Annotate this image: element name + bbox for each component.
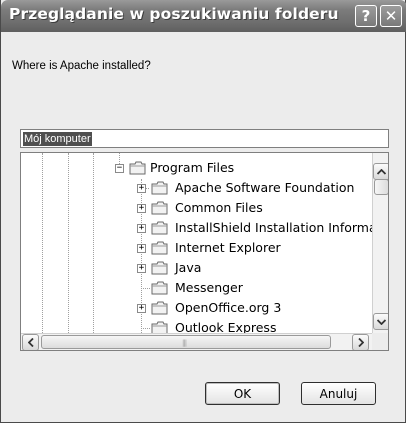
title-bar[interactable]: Przeglądanie w poszukiwaniu folderu ? ✕ (1, 0, 406, 32)
horizontal-scroll-thumb[interactable]: ||| (41, 335, 331, 349)
close-icon: ✕ (384, 7, 398, 25)
scroll-down-button[interactable] (373, 313, 388, 330)
tree-item-program-files[interactable]: − Program Files (21, 159, 371, 178)
arrow-left-icon (27, 338, 34, 347)
tree-item-label: Program Files (150, 160, 235, 175)
folder-icon (151, 301, 168, 315)
expand-toggle[interactable]: + (137, 184, 146, 193)
arrow-right-icon (357, 338, 364, 347)
tree-line (141, 328, 150, 329)
folder-icon (151, 221, 168, 235)
tree-item-label: InstallShield Installation Informat (175, 220, 382, 235)
folder-field-value[interactable]: Mój komputer (23, 132, 92, 146)
vertical-scrollbar[interactable] (372, 153, 388, 333)
tree-line (141, 288, 150, 289)
close-button[interactable]: ✕ (380, 5, 402, 27)
folder-icon (151, 261, 168, 275)
tree-item-messenger[interactable]: Messenger (21, 279, 371, 298)
folder-icon (151, 281, 168, 295)
browse-folder-dialog: Przeglądanie w poszukiwaniu folderu ? ✕ … (0, 0, 406, 423)
scroll-corner (372, 333, 388, 350)
tree-item-java[interactable]: + Java (21, 259, 371, 278)
folder-icon (151, 201, 168, 215)
tree-item-label: Java (175, 260, 202, 275)
prompt-text: Where is Apache installed? (12, 60, 151, 72)
tree-item-label: OpenOffice.org 3 (175, 300, 282, 315)
tree-item-label: Internet Explorer (175, 240, 281, 255)
ok-button[interactable]: OK (205, 382, 280, 405)
scroll-right-button[interactable] (352, 334, 369, 350)
tree-item-internet-explorer[interactable]: + Internet Explorer (21, 239, 371, 258)
folder-icon (129, 161, 146, 175)
expand-toggle[interactable]: + (137, 304, 146, 313)
scroll-up-button[interactable] (373, 163, 388, 180)
folder-field[interactable]: Mój komputer (20, 129, 389, 148)
scroll-left-button[interactable] (22, 334, 39, 350)
vertical-scroll-thumb[interactable] (374, 179, 388, 195)
grip-icon: ||| (182, 339, 187, 347)
tree-item-label: Common Files (175, 200, 263, 215)
tree-item-installshield[interactable]: + InstallShield Installation Informat (21, 219, 382, 238)
collapse-toggle[interactable]: − (115, 164, 124, 173)
tree-item-apache-software-foundation[interactable]: + Apache Software Foundation (21, 179, 371, 198)
expand-toggle[interactable]: + (137, 204, 146, 213)
arrow-down-icon (377, 318, 386, 325)
folder-icon (151, 241, 168, 255)
dialog-title: Przeglądanie w poszukiwaniu folderu (9, 5, 339, 23)
folder-icon (151, 181, 168, 195)
folder-tree[interactable]: − Program Files + Apache Software Founda… (20, 152, 389, 351)
expand-toggle[interactable]: + (137, 264, 146, 273)
tree-item-label: Apache Software Foundation (175, 180, 355, 195)
tree-item-common-files[interactable]: + Common Files (21, 199, 371, 218)
expand-toggle[interactable]: + (137, 224, 146, 233)
horizontal-scrollbar[interactable]: ||| (21, 333, 372, 350)
arrow-up-icon (377, 168, 386, 175)
tree-item-label: Messenger (175, 280, 243, 295)
tree-item-openoffice[interactable]: + OpenOffice.org 3 (21, 299, 371, 318)
help-button[interactable]: ? (355, 5, 377, 27)
cancel-button[interactable]: Anuluj (301, 382, 376, 405)
help-icon: ? (361, 7, 371, 25)
expand-toggle[interactable]: + (137, 244, 146, 253)
